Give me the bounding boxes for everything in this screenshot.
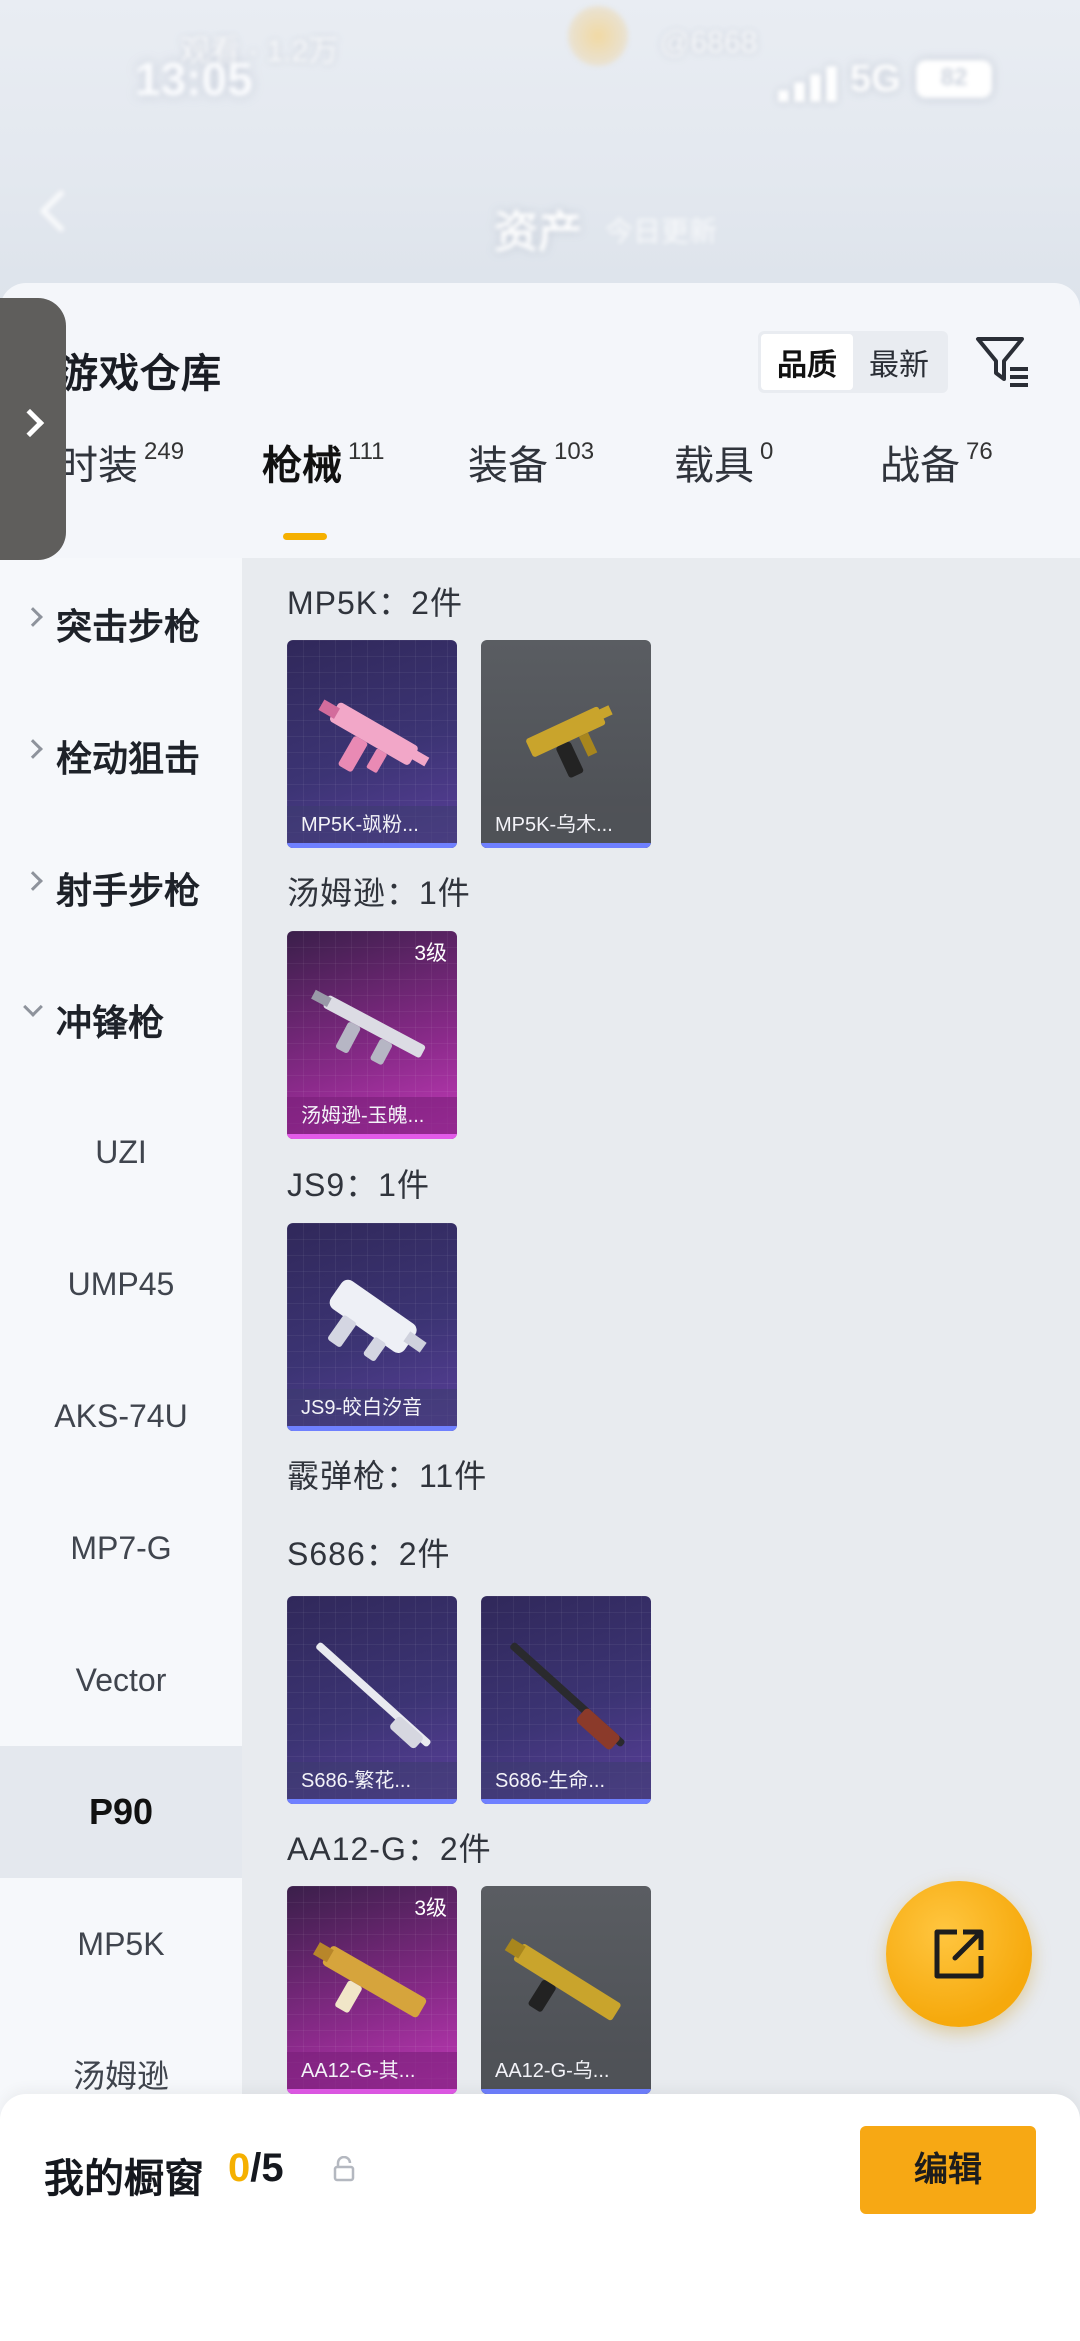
category-marksman-rifle[interactable]: 射手步枪 (0, 822, 242, 954)
tab-label: 战备 (880, 444, 960, 488)
tab-bar: 时装 249 枪械 111 装备 103 载具 0 战备 76 (0, 433, 1080, 523)
nav-subtitle: 今日更新 (605, 216, 718, 247)
group-title-js9: JS9：1件 (287, 1167, 430, 1203)
group-title-aa12g: AA12-G：2件 (287, 1831, 492, 1867)
warehouse-title: 游戏仓库 (58, 352, 222, 396)
tab-label: 时装 (58, 444, 138, 488)
item-name: AA12-G-乌... (481, 2052, 651, 2094)
item-name: JS9-皎白汐音 (287, 1389, 457, 1431)
item-name: S686-繁花... (287, 1762, 457, 1804)
item-card[interactable]: 3级 汤姆逊-玉魄... (287, 931, 457, 1139)
item-card[interactable]: MP5K-乌木... (481, 640, 651, 848)
item-name: S686-生命... (481, 1762, 651, 1804)
ghost-text-right: @6868 (660, 26, 758, 59)
item-name: AA12-G-其... (287, 2052, 457, 2094)
status-header-area: 观看 · 1.2万 @6868 13:05 5G 82 资产 今日更新 (0, 0, 1080, 300)
back-chevron-icon[interactable] (39, 189, 83, 233)
showcase-count: 0/5 (228, 2146, 284, 2191)
group-title-mp5k: MP5K：2件 (287, 585, 463, 621)
group-title-thompson: 汤姆逊：1件 (287, 875, 471, 911)
item-card[interactable]: MP5K-飒粉... (287, 640, 457, 848)
tab-label: 载具 (674, 444, 754, 488)
subcategory-uzi[interactable]: UZI (0, 1086, 242, 1218)
category-bolt-sniper[interactable]: 栓动狙击 (0, 690, 242, 822)
expand-handle-icon[interactable] (0, 298, 66, 560)
item-name: 汤姆逊-玉魄... (287, 1097, 457, 1139)
item-grid: MP5K：2件 MP5K-飒粉... MP5K-乌木... 汤姆逊：1件 3级 … (242, 558, 1080, 2341)
showcase-separator: / (250, 2146, 262, 2190)
subcategory-mp5k[interactable]: MP5K (0, 1878, 242, 2010)
item-card[interactable]: AA12-G-乌... (481, 1886, 651, 2094)
page-title: 资产 (494, 208, 582, 257)
category-assault-rifle[interactable]: 突击步枪 (0, 558, 242, 690)
expand-arrow (15, 408, 45, 438)
ghost-avatar (568, 6, 628, 66)
network-type: 5G (850, 58, 901, 100)
warehouse-sheet: 游戏仓库 品质 最新 时装 249 枪械 111 装备 103 载具 0 战备 76 突击… (0, 283, 1080, 2341)
chevron-right-icon (23, 607, 43, 627)
tab-label: 装备 (468, 444, 548, 488)
status-time: 13:05 (135, 53, 253, 105)
category-label: 突击步枪 (56, 606, 201, 647)
sort-toggle: 品质 最新 (758, 331, 948, 393)
sort-newest[interactable]: 最新 (853, 334, 945, 390)
tab-count: 111 (348, 437, 385, 465)
share-button[interactable] (886, 1881, 1032, 2027)
group-title-shotgun: 霰弹枪：11件 (287, 1458, 488, 1494)
sort-quality[interactable]: 品质 (761, 334, 853, 390)
item-card[interactable]: S686-生命... (481, 1596, 651, 1804)
group-title-s686: S686：2件 (287, 1536, 451, 1572)
subcategory-vector[interactable]: Vector (0, 1614, 242, 1746)
tab-count: 0 (760, 437, 774, 465)
lock-icon (333, 2156, 355, 2182)
item-name: MP5K-飒粉... (287, 806, 457, 848)
showcase-current: 0 (228, 2146, 251, 2190)
tab-label: 枪械 (262, 444, 342, 488)
battery-icon: 82 (916, 60, 992, 98)
category-label: 栓动狙击 (56, 738, 201, 779)
filter-icon[interactable] (972, 329, 1032, 389)
subcategory-p90[interactable]: P90 (0, 1746, 242, 1878)
battery-level: 82 (940, 64, 968, 91)
item-name: MP5K-乌木... (481, 806, 651, 848)
item-card[interactable]: 3级 AA12-G-其... (287, 1886, 457, 2094)
category-label: 冲锋枪 (56, 1002, 165, 1043)
category-list: 突击步枪 栓动狙击 射手步枪 冲锋枪 UZI UMP45 AKS-74U MP7… (0, 558, 242, 2341)
category-label: 射手步枪 (56, 870, 201, 911)
tab-supplies[interactable]: 战备 76 (880, 433, 993, 491)
share-icon (934, 1929, 984, 1979)
chevron-right-icon (23, 739, 43, 759)
tab-vehicles[interactable]: 载具 0 (674, 433, 773, 491)
tab-count: 249 (144, 437, 185, 465)
chevron-right-icon (23, 871, 43, 891)
active-tab-indicator (283, 533, 327, 540)
tab-count: 76 (966, 437, 993, 465)
category-smg[interactable]: 冲锋枪 (0, 954, 242, 1086)
item-card[interactable]: JS9-皎白汐音 (287, 1223, 457, 1431)
tab-guns[interactable]: 枪械 111 (262, 433, 384, 491)
edit-button[interactable]: 编辑 (860, 2126, 1036, 2214)
showcase-max: 5 (261, 2146, 284, 2190)
subcategory-mp7g[interactable]: MP7-G (0, 1482, 242, 1614)
tab-count: 103 (554, 437, 595, 465)
tab-outfit[interactable]: 时装 249 (58, 433, 184, 491)
tab-equipment[interactable]: 装备 103 (468, 433, 594, 491)
signal-icon (778, 62, 848, 102)
showcase-bar: 我的橱窗 0/5 编辑 (0, 2094, 1080, 2341)
subcategory-ump45[interactable]: UMP45 (0, 1218, 242, 1350)
chevron-down-icon (23, 997, 43, 1017)
item-card[interactable]: S686-繁花... (287, 1596, 457, 1804)
subcategory-aks74u[interactable]: AKS-74U (0, 1350, 242, 1482)
showcase-label: 我的橱窗 (44, 2157, 204, 2201)
